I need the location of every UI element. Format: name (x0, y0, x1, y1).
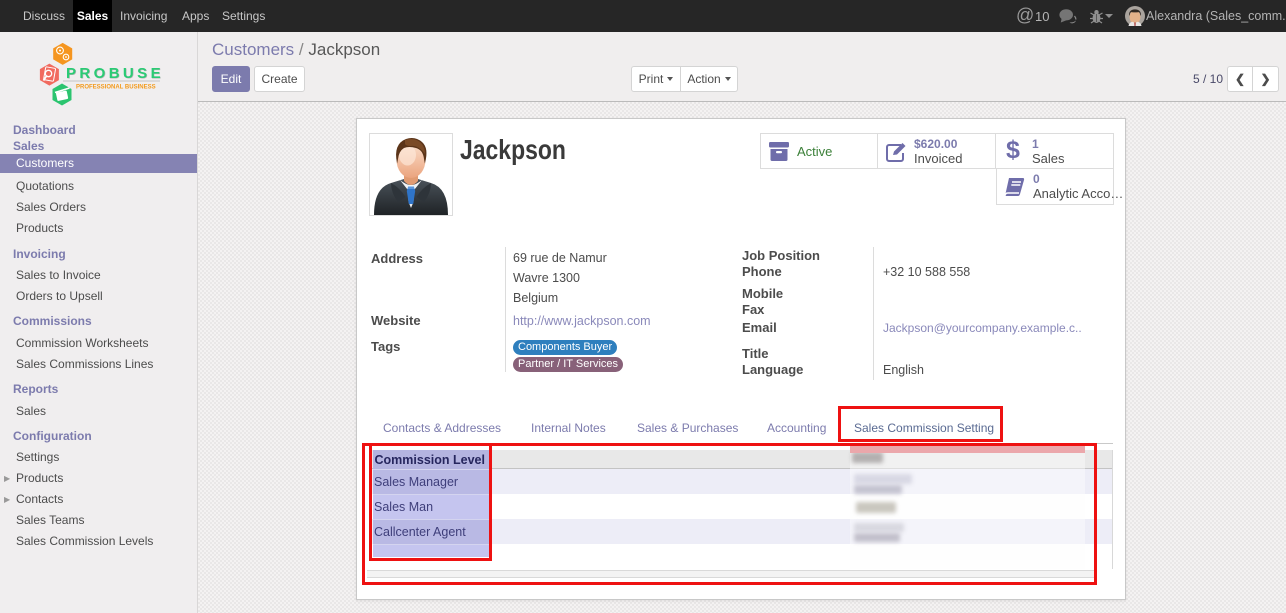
svg-text:PROFESSIONAL BUSINESS: PROFESSIONAL BUSINESS (76, 85, 156, 91)
svg-text:PROBUSE: PROBUSE (66, 65, 164, 82)
